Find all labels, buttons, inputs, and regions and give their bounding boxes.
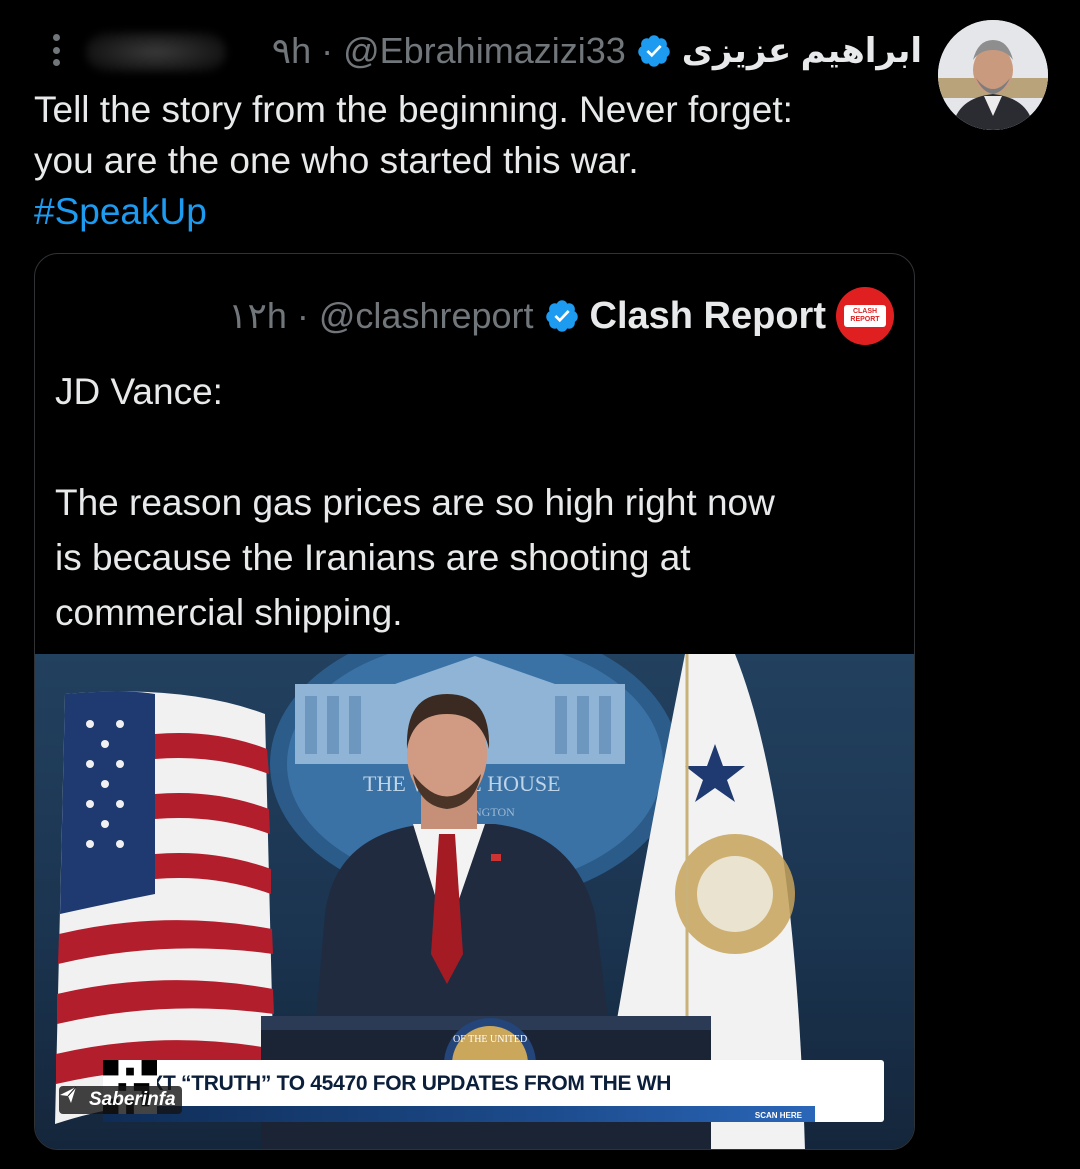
ticker-text: TEXT “TRUTH” TO 45470 FOR UPDATES FROM T… <box>123 1072 672 1095</box>
avatar[interactable] <box>938 20 1048 130</box>
separator-dot: · <box>321 30 334 71</box>
author-display-name[interactable]: ابراهیم عزیزی <box>682 31 922 71</box>
quoted-tweet-header: CLASH REPORT Clash Report @clashreport ·… <box>228 286 894 346</box>
quoted-text-line: is because the Iranians are shooting at <box>55 537 691 578</box>
tweet-text-line: Tell the story from the beginning. Never… <box>34 89 793 130</box>
quoted-time: ۱۲h <box>228 295 287 336</box>
verified-badge-icon <box>545 300 578 332</box>
clash-report-logo[interactable]: CLASH REPORT <box>836 287 894 345</box>
paper-plane-icon <box>60 1086 77 1103</box>
quoted-text-title: JD Vance: <box>55 371 223 412</box>
hashtag-link[interactable]: #SpeakUp <box>34 186 914 237</box>
quoted-display-name[interactable]: Clash Report <box>590 295 826 338</box>
more-options-icon[interactable] <box>44 30 68 70</box>
ticker-band <box>103 1106 815 1122</box>
quoted-tweet-text: JD Vance: The reason gas prices are so h… <box>55 364 905 640</box>
podium-seal-text: OF THE UNITED <box>453 1034 527 1045</box>
saberinfa-watermark: Saberinfa <box>59 1086 182 1114</box>
news-ticker: TEXT “TRUTH” TO 45470 FOR UPDATES FROM T… <box>103 1060 884 1122</box>
separator-dot: · <box>296 295 309 336</box>
verified-badge-icon <box>637 35 670 67</box>
watermark-text: Saberinfa <box>89 1089 176 1110</box>
video-media[interactable]: THE WHITE HOUSE WASHINGTON <box>35 654 914 1149</box>
quoted-tweet[interactable]: CLASH REPORT Clash Report @clashreport ·… <box>34 253 915 1150</box>
quoted-text-line: The reason gas prices are so high right … <box>55 482 775 523</box>
quoted-text-line: commercial shipping. <box>55 592 403 633</box>
tweet-time[interactable]: ۹h <box>272 30 311 72</box>
tweet-text-line: you are the one who started this war. <box>34 140 639 181</box>
quoted-handle[interactable]: @clashreport <box>319 295 534 337</box>
redacted-area <box>86 32 226 72</box>
tweet-header: ابراهیم عزیزی @Ebrahimazizi33 · ۹h <box>272 28 922 74</box>
logo-text: REPORT <box>850 316 880 323</box>
tweet-text: Tell the story from the beginning. Never… <box>34 84 914 237</box>
tweet: ابراهیم عزیزی @Ebrahimazizi33 · ۹h Tell … <box>0 0 1080 1169</box>
logo-text: CLASH <box>852 308 878 315</box>
scan-here-label: SCAN HERE <box>754 1111 802 1120</box>
author-handle[interactable]: @Ebrahimazizi33 <box>343 30 626 72</box>
